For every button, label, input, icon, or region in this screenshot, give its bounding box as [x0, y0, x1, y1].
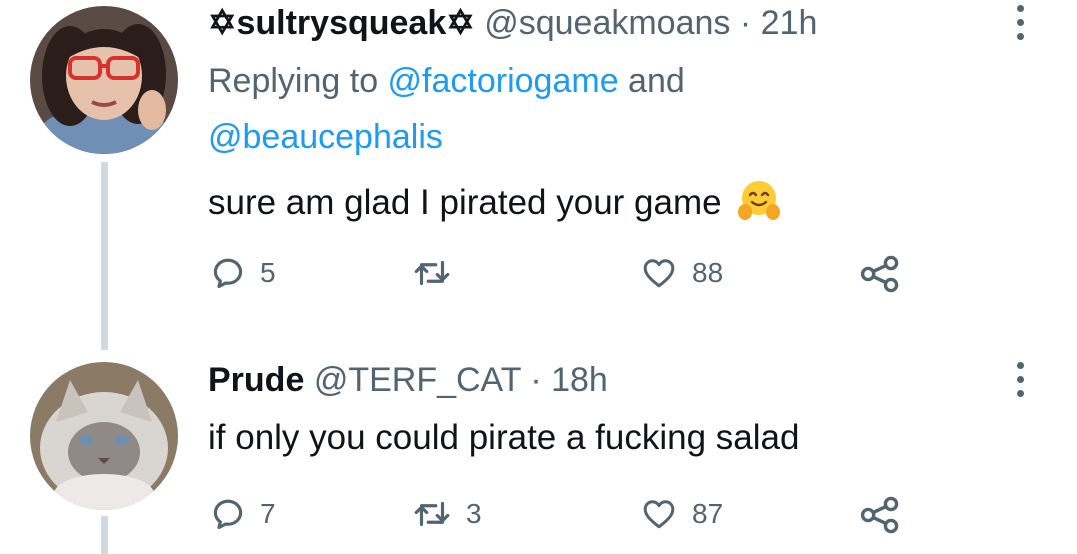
retweet-count: 3 — [466, 498, 482, 529]
more-options-icon[interactable] — [1013, 5, 1027, 49]
share-button[interactable] — [858, 253, 902, 295]
like-button[interactable]: 87 — [640, 496, 723, 532]
avatar[interactable] — [30, 362, 178, 510]
tweet-text-content: sure am glad I pirated your game — [208, 183, 722, 222]
like-button[interactable]: 88 — [640, 255, 723, 291]
share-icon — [860, 496, 899, 534]
reply-count: 5 — [260, 257, 276, 288]
display-name[interactable]: ✡sultrysqueak✡ — [208, 4, 475, 42]
reply-icon — [213, 499, 243, 530]
tweet-header: ✡sultrysqueak✡ @squeakmoans · 21h — [208, 3, 817, 43]
like-count: 88 — [692, 257, 724, 288]
retweet-icon — [414, 260, 450, 286]
mention-link[interactable]: @factoriogame — [388, 62, 619, 100]
share-icon — [860, 255, 899, 293]
thread-line-continuation — [101, 516, 108, 554]
tweet-header: Prude @TERF_CAT · 18h — [208, 360, 608, 400]
retweet-icon — [414, 501, 450, 527]
like-count: 87 — [692, 498, 724, 529]
handle[interactable]: @squeakmoans — [484, 4, 730, 42]
replying-to-label: Replying to — [208, 62, 388, 100]
separator: · — [739, 4, 752, 42]
heart-icon — [643, 500, 675, 529]
retweet-button[interactable] — [412, 255, 466, 291]
separator: · — [530, 361, 542, 399]
reply-button[interactable]: 5 — [210, 255, 276, 291]
reply-icon — [213, 258, 243, 289]
heart-icon — [643, 259, 675, 288]
tweet-text: sure am glad I pirated your game — [208, 178, 781, 223]
thread-line — [101, 162, 108, 350]
tweet-text: if only you could pirate a fucking salad — [208, 418, 799, 458]
timestamp[interactable]: 18h — [551, 361, 608, 399]
handle[interactable]: @TERF_CAT — [314, 361, 521, 399]
share-button[interactable] — [858, 494, 902, 536]
tweet-text-content: if only you could pirate a fucking salad — [208, 418, 800, 457]
reply-button[interactable]: 7 — [210, 496, 276, 532]
timestamp[interactable]: 21h — [761, 4, 818, 42]
reply-count: 7 — [260, 498, 276, 529]
replying-and: and — [618, 62, 685, 100]
hugging-face-emoji — [737, 178, 781, 222]
avatar[interactable] — [30, 6, 178, 154]
mention-link[interactable]: @beaucephalis — [208, 118, 443, 156]
more-options-icon[interactable] — [1013, 362, 1027, 406]
display-name[interactable]: Prude — [208, 361, 304, 399]
replying-to: Replying to @factoriogame and @beaucepha… — [208, 53, 828, 165]
retweet-button[interactable]: 3 — [412, 496, 482, 532]
